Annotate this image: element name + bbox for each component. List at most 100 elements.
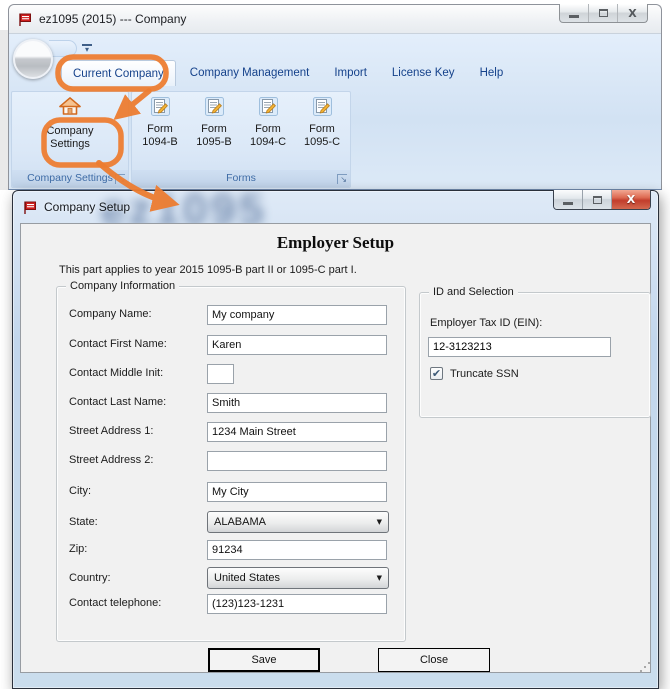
dialog-launcher-icon[interactable]: ↘	[115, 174, 125, 184]
dialog-close-button[interactable]: X	[612, 190, 650, 209]
close-button[interactable]: Close	[378, 648, 490, 672]
contact-middle-init-input[interactable]	[207, 364, 234, 384]
checkmark-icon: ✔	[431, 367, 442, 380]
form-label-line2: 1094-B	[142, 136, 178, 148]
form-1095c-button[interactable]: Form 1095-C	[296, 97, 348, 149]
form-label-line1: Form	[309, 123, 335, 135]
zip-input[interactable]	[207, 540, 387, 560]
state-dropdown[interactable]: ALABAMA ▼	[207, 511, 389, 533]
country-selected-value: United States	[214, 572, 281, 584]
ribbon-group-company-settings: Company Settings Company Settings ↘	[11, 91, 129, 188]
street-address-1-input[interactable]	[207, 422, 387, 442]
dialog-minimize-button[interactable]	[554, 190, 583, 209]
ribbon-tab-row: Current Company Company Management Impor…	[61, 57, 517, 86]
street-address-2-input[interactable]	[207, 451, 387, 471]
group-label-company-settings: Company Settings	[12, 170, 128, 187]
tab-current-company[interactable]: Current Company	[61, 60, 176, 86]
close-button[interactable]: X	[618, 4, 647, 22]
main-window: ez1095 (2015) --- Company X ▾ Current Co…	[8, 4, 662, 190]
screenshot-stage: ez1095 (2015) --- Company X ▾ Current Co…	[0, 0, 670, 689]
main-window-title: ez1095 (2015) --- Company	[39, 12, 187, 26]
contact-last-name-label: Contact Last Name:	[69, 396, 167, 408]
maximize-icon	[592, 195, 602, 204]
contact-last-name-input[interactable]	[207, 393, 387, 413]
dialog-title: Company Setup	[44, 200, 131, 214]
application-orb-button[interactable]	[13, 39, 53, 79]
main-titlebar[interactable]: ez1095 (2015) --- Company X	[9, 4, 661, 33]
contact-middle-init-label: Contact Middle Init:	[69, 367, 164, 379]
form-label-line2: 1095-C	[303, 136, 341, 148]
close-icon: X	[626, 193, 636, 206]
year-note-text: This part applies to year 2015 1095-B pa…	[59, 264, 357, 276]
resize-grip[interactable]	[644, 666, 646, 668]
form-document-icon	[312, 97, 332, 116]
contact-telephone-label: Contact telephone:	[69, 597, 162, 609]
minimize-icon	[563, 201, 573, 205]
dialog-launcher-icon[interactable]: ↘	[337, 174, 347, 184]
form-label-line1: Form	[255, 123, 281, 135]
app-flag-icon	[23, 200, 38, 215]
dialog-maximize-button[interactable]	[583, 190, 612, 209]
quick-access-dropdown-icon[interactable]: ▾	[82, 44, 92, 54]
form-1094c-button[interactable]: Form 1094-C	[242, 97, 294, 149]
chevron-down-icon: ▼	[376, 574, 382, 582]
dialog-client-area: Employer Setup This part applies to year…	[20, 223, 651, 673]
close-icon: X	[628, 6, 637, 20]
company-name-label: Company Name:	[69, 308, 152, 320]
app-flag-icon	[18, 12, 33, 27]
truncate-ssn-label: Truncate SSN	[450, 367, 519, 380]
company-settings-label-line2: Settings	[50, 138, 90, 150]
state-selected-value: ALABAMA	[214, 516, 266, 528]
truncate-ssn-row: ✔ Truncate SSN	[430, 367, 519, 380]
minimize-button[interactable]	[560, 4, 589, 22]
form-1094b-button[interactable]: Form 1094-B	[134, 97, 186, 149]
zip-label: Zip:	[69, 543, 88, 555]
truncate-ssn-checkbox[interactable]: ✔	[430, 367, 443, 380]
form-document-icon	[204, 97, 224, 116]
quick-access-toolbar	[49, 40, 77, 57]
home-icon	[58, 96, 82, 116]
minimize-icon	[569, 15, 579, 18]
ein-label: Employer Tax ID (EIN):	[430, 317, 543, 329]
form-label-line1: Form	[147, 123, 173, 135]
form-label-line2: 1095-B	[196, 136, 232, 148]
company-information-group-label: Company Information	[66, 280, 180, 292]
state-label: State:	[69, 516, 98, 528]
form-1095b-button[interactable]: Form 1095-B	[188, 97, 240, 149]
form-document-icon	[150, 97, 170, 116]
contact-first-name-label: Contact First Name:	[69, 338, 167, 350]
dialog-window-controls: X	[553, 190, 651, 210]
company-name-input[interactable]	[207, 305, 387, 325]
contact-telephone-input[interactable]	[207, 594, 387, 614]
maximize-button[interactable]	[589, 4, 618, 22]
desktop-background-strip	[0, 30, 8, 190]
forms-buttons-row: Form 1094-B Form 1095-B Form 1094-C Form…	[132, 97, 350, 149]
chevron-down-icon: ▼	[376, 518, 382, 526]
group-label-forms: Forms	[132, 170, 350, 187]
employer-setup-heading: Employer Setup	[276, 233, 395, 252]
ribbon: ▾ Current Company Company Management Imp…	[9, 33, 661, 189]
id-and-selection-group-label: ID and Selection	[429, 286, 518, 298]
tab-license-key[interactable]: License Key	[381, 60, 466, 86]
company-setup-dialog: ez1095 Company Setup X Employer Setup Th…	[12, 190, 659, 689]
maximize-icon	[598, 9, 608, 17]
save-button[interactable]: Save	[208, 648, 320, 672]
company-settings-label-line1: Company	[46, 125, 94, 137]
id-and-selection-groupbox: ID and Selection Employer Tax ID (EIN): …	[419, 286, 651, 418]
city-input[interactable]	[207, 482, 387, 502]
form-label-line1: Form	[201, 123, 227, 135]
form-label-line2: 1094-C	[249, 136, 287, 148]
tab-company-management[interactable]: Company Management	[179, 60, 321, 86]
tab-import[interactable]: Import	[323, 60, 378, 86]
country-dropdown[interactable]: United States ▼	[207, 567, 389, 589]
city-label: City:	[69, 485, 91, 497]
ein-input[interactable]	[428, 337, 611, 357]
ribbon-group-forms: Form 1094-B Form 1095-B Form 1094-C Form…	[131, 91, 351, 188]
contact-first-name-input[interactable]	[207, 335, 387, 355]
company-information-groupbox: Company Information Company Name: Contac…	[56, 280, 406, 642]
company-settings-button[interactable]: Company Settings	[12, 96, 128, 151]
tab-help[interactable]: Help	[469, 60, 515, 86]
street-address-1-label: Street Address 1:	[69, 425, 154, 437]
street-address-2-label: Street Address 2:	[69, 454, 154, 466]
main-window-controls: X	[559, 4, 648, 23]
